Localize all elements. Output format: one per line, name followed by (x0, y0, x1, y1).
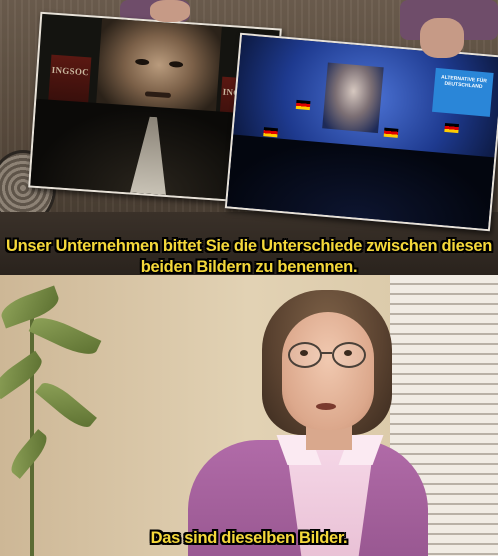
glasses-bridge (320, 352, 332, 354)
party-logo: ALTERNATIVE FÜR DEUTSCHLAND (432, 67, 494, 117)
speaker-screen (322, 62, 384, 134)
eye-left (300, 350, 308, 356)
eye-left (134, 58, 150, 66)
person (170, 290, 430, 556)
bottom-panel (0, 275, 498, 556)
mouth (316, 403, 336, 410)
face (282, 312, 374, 430)
meme-image: INGSOC INGSOC ALTERNATIVE FÜR DEUTSCHLAN… (0, 0, 498, 556)
hand-right (420, 18, 464, 58)
top-panel: INGSOC INGSOC ALTERNATIVE FÜR DEUTSCHLAN… (0, 0, 498, 275)
party-logo-text: ALTERNATIVE FÜR DEUTSCHLAND (440, 74, 488, 91)
top-caption: Unser Unternehmen bittet Sie die Untersc… (6, 237, 492, 276)
flag-icon (383, 127, 399, 138)
flag-icon (444, 122, 460, 134)
hand-left (150, 0, 190, 22)
flag-icon (295, 99, 311, 111)
flag-icon (263, 127, 278, 138)
bottom-caption: Das sind dieselben Bilder. (150, 529, 348, 547)
mouth (144, 91, 172, 99)
photo-party-rally: ALTERNATIVE FÜR DEUTSCHLAND (224, 32, 498, 232)
banner-left-text: INGSOC (51, 64, 90, 78)
eye-right (168, 60, 184, 68)
eye-right (344, 350, 352, 356)
